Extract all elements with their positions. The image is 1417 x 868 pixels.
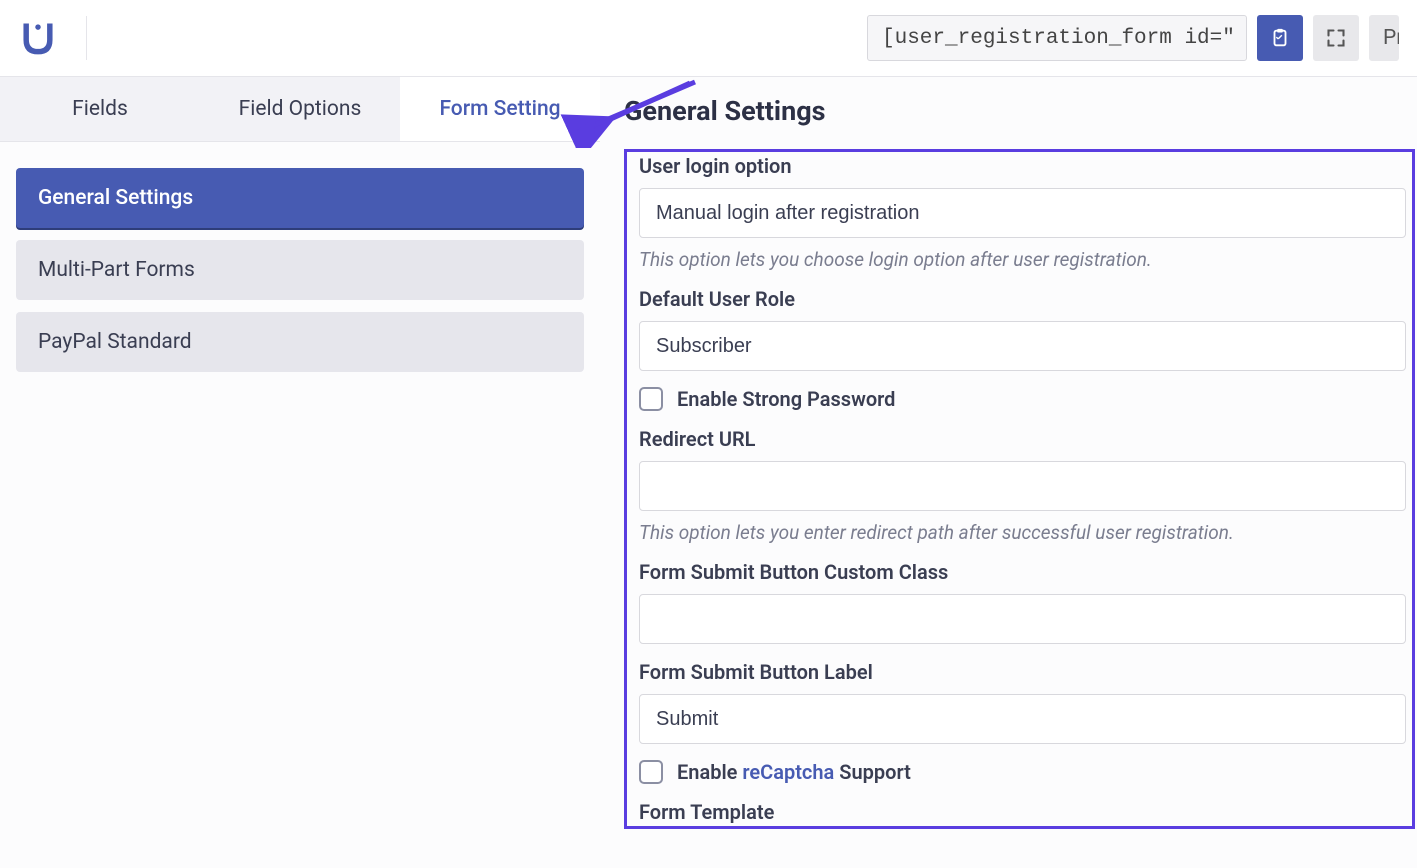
preview-label: Pr <box>1383 26 1399 50</box>
input-redirect-url[interactable] <box>639 461 1406 511</box>
label-default-user-role: Default User Role <box>639 287 1406 311</box>
select-user-login-option[interactable] <box>639 188 1406 238</box>
annotation-arrow <box>560 78 710 148</box>
field-user-login-option: User login option This option lets you c… <box>639 154 1406 271</box>
label-form-template: Form Template <box>639 800 1406 824</box>
shortcode-input[interactable] <box>867 15 1247 61</box>
field-default-user-role: Default User Role <box>639 287 1406 371</box>
field-strong-password: Enable Strong Password <box>639 387 1406 411</box>
field-submit-button-label: Form Submit Button Label <box>639 660 1406 744</box>
sidebar-item-general-settings[interactable]: General Settings <box>16 168 584 228</box>
page-title: General Settings <box>624 95 1415 127</box>
tab-fields[interactable]: Fields <box>0 77 200 141</box>
help-user-login-option: This option lets you choose login option… <box>639 248 1406 271</box>
settings-sidebar: General Settings Multi-Part Forms PayPal… <box>0 142 600 410</box>
label-recaptcha: Enable reCaptcha Support <box>677 760 911 784</box>
label-recaptcha-suffix: Support <box>834 760 911 784</box>
checkbox-strong-password[interactable] <box>639 387 663 411</box>
checkbox-recaptcha[interactable] <box>639 760 663 784</box>
field-submit-button-class: Form Submit Button Custom Class <box>639 560 1406 644</box>
field-form-template: Form Template <box>639 800 1406 824</box>
label-strong-password: Enable Strong Password <box>677 387 895 411</box>
label-submit-button-class: Form Submit Button Custom Class <box>639 560 1406 584</box>
label-redirect-url: Redirect URL <box>639 427 1406 451</box>
left-panel: Fields Field Options Form Setting Genera… <box>0 77 600 868</box>
fullscreen-button[interactable] <box>1313 15 1359 61</box>
recaptcha-link[interactable]: reCaptcha <box>742 760 834 784</box>
expand-icon <box>1326 28 1346 48</box>
help-redirect-url: This option lets you enter redirect path… <box>639 521 1406 544</box>
label-user-login-option: User login option <box>639 154 1406 178</box>
settings-content: General Settings User login option This … <box>600 77 1417 868</box>
top-header: Pr <box>0 0 1417 77</box>
field-recaptcha: Enable reCaptcha Support <box>639 760 1406 784</box>
tab-field-options[interactable]: Field Options <box>200 77 400 141</box>
input-submit-button-class[interactable] <box>639 594 1406 644</box>
tab-bar: Fields Field Options Form Setting <box>0 77 600 142</box>
select-default-user-role[interactable] <box>639 321 1406 371</box>
app-logo <box>18 18 58 58</box>
clipboard-icon <box>1269 27 1291 49</box>
copy-shortcode-button[interactable] <box>1257 15 1303 61</box>
sidebar-item-multi-part-forms[interactable]: Multi-Part Forms <box>16 240 584 300</box>
label-submit-button-label: Form Submit Button Label <box>639 660 1406 684</box>
input-submit-button-label[interactable] <box>639 694 1406 744</box>
sidebar-item-paypal-standard[interactable]: PayPal Standard <box>16 312 584 372</box>
preview-button[interactable]: Pr <box>1369 15 1399 61</box>
label-recaptcha-prefix: Enable <box>677 760 742 784</box>
field-redirect-url: Redirect URL This option lets you enter … <box>639 427 1406 544</box>
highlighted-settings-region: User login option This option lets you c… <box>624 149 1415 829</box>
header-divider <box>86 16 87 60</box>
